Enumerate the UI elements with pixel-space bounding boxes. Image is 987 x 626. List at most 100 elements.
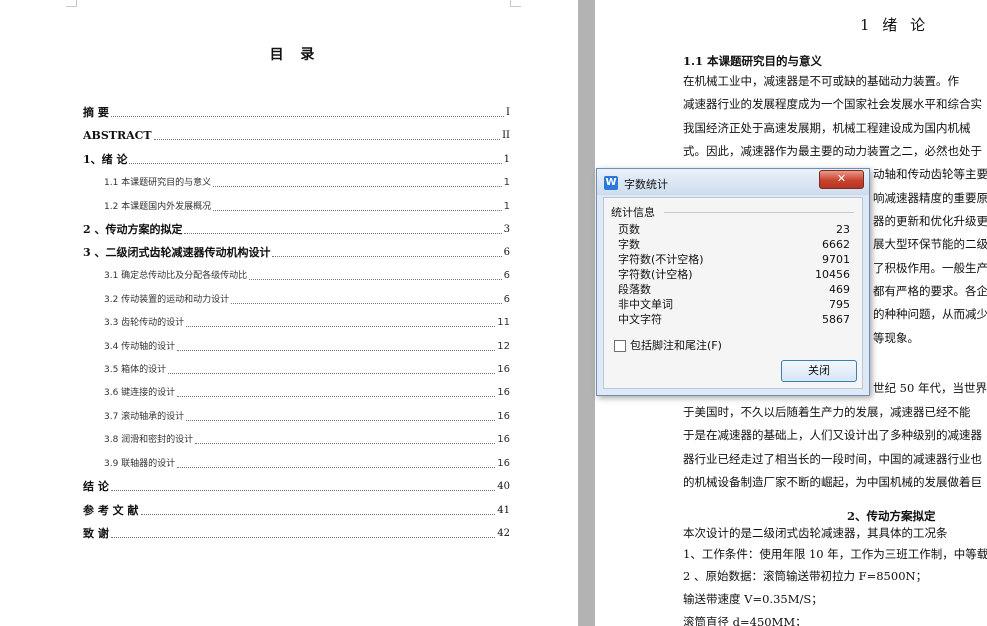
chapter-title: 1 绪 论 <box>860 16 930 34</box>
toc-entry-page: 16 <box>497 411 510 422</box>
body-text-line: 展大型环保节能的二级 <box>873 237 987 251</box>
stat-value: 23 <box>836 223 850 236</box>
toc-entry[interactable]: 结 论 40 <box>83 478 510 494</box>
stat-row: 页数 23 <box>618 222 850 237</box>
toc-leader-dots <box>186 419 496 421</box>
toc-entry-page: 12 <box>497 341 510 352</box>
toc-entry[interactable]: 摘 要I <box>83 104 510 120</box>
body-text-line: 1、工作条件：使用年限 10 年，工作为三班工作制，中等载 <box>683 547 987 561</box>
toc-entry-page: 3 <box>503 224 510 235</box>
toc-entry-text: ABSTRACT <box>83 129 152 142</box>
body-text-line: 的机械设备制造厂家不断的崛起，为中国机械的发展做着巨 <box>683 475 982 489</box>
toc-entry[interactable]: 3.5 箱体的设计 16 <box>104 361 510 377</box>
toc-entry[interactable]: 1.2 本课题国内外发展概况 1 <box>104 198 510 214</box>
dialog-title: 字数统计 <box>624 178 668 191</box>
toc-entry-text: 摘 要 <box>83 106 109 119</box>
toc-entry[interactable]: 3.9 联轴器的设计 16 <box>104 455 510 471</box>
toc-entry-text: 2 、传动方案的拟定 <box>83 223 183 236</box>
dialog-titlebar[interactable]: W 字数统计 ✕ <box>597 169 869 195</box>
word-count-dialog[interactable]: W 字数统计 ✕ 统计信息 页数 23 字数 6662 字符数(不计空格) 9701 … <box>596 168 870 396</box>
toc-entry-page: 16 <box>497 458 510 469</box>
stat-label: 字符数(不计空格) <box>618 253 704 266</box>
toc-entry-page: 16 <box>497 387 510 398</box>
body-text-line: 器行业已经走过了相当长的一段时间，中国的减速器行业也 <box>683 452 982 466</box>
toc-entry-text: 参 考 文 献 <box>83 504 139 517</box>
close-button[interactable]: ✕ <box>819 170 864 189</box>
toc-leader-dots <box>153 138 501 140</box>
body-text-line: 在机械工业中，减速器是不可或缺的基础动力装置。作 <box>683 74 959 88</box>
stat-value: 10456 <box>815 268 850 281</box>
stat-value: 795 <box>829 298 850 311</box>
toc-title: 目 录 <box>269 47 321 63</box>
toc-entry-page: II <box>502 130 510 141</box>
body-text-line: 于是在减速器的基础上，人们又设计出了多种级别的减速器 <box>683 428 982 442</box>
toc-entry-text: 3.2 传动装置的运动和动力设计 <box>104 295 230 305</box>
toc-entry[interactable]: 3.8 润滑和密封的设计 16 <box>104 431 510 447</box>
toc-entry-text: 1.2 本课题国内外发展概况 <box>104 202 212 212</box>
toc-leader-dots <box>129 162 502 164</box>
toc-entry-text: 致 谢 <box>83 527 109 540</box>
close-dialog-button[interactable]: 关闭 <box>781 360 857 382</box>
stat-label: 字数 <box>618 238 640 251</box>
stat-label: 非中文单词 <box>618 298 673 311</box>
toc-entry-page: 6 <box>503 270 510 281</box>
stat-label: 段落数 <box>618 283 651 296</box>
group-label: 统计信息 <box>611 204 659 220</box>
toc-entry-page: 16 <box>497 364 510 375</box>
toc-entry-text: 结 论 <box>83 480 109 493</box>
toc-entry-page: 6 <box>503 294 510 305</box>
toc-entry-text: 1.1 本课题研究目的与意义 <box>104 178 212 188</box>
body-text-line: 输送带速度 V=0.35M/S； <box>683 592 823 606</box>
toc-entry-text: 1、绪 论 <box>83 153 128 166</box>
toc-entry[interactable]: 3.4 传动轴的设计 12 <box>104 338 510 354</box>
toc-leader-dots <box>272 255 502 257</box>
toc-entry-text: 3 、二级闭式齿轮减速器传动机构设计 <box>83 246 271 259</box>
body-text-line: 响减速器精度的重要原因 <box>873 191 987 205</box>
toc-entry[interactable]: 1、绪 论 1 <box>83 151 510 167</box>
dialog-body: 统计信息 页数 23 字数 6662 字符数(不计空格) 9701 字符数(计空格) 1… <box>603 197 863 389</box>
stat-value: 469 <box>829 283 850 296</box>
body-text-line: 都有严格的要求。各企 <box>873 284 987 298</box>
stat-row: 中文字符 5867 <box>618 312 850 327</box>
body-text-line: 我国经济正处于高速发展期，机械工程建设成为国内机械 <box>683 121 971 135</box>
toc-entry-page: 16 <box>497 434 510 445</box>
body-text-line: 动轴和传动齿轮等主要 <box>873 167 987 181</box>
toc-entry-page: 42 <box>497 528 510 539</box>
toc-entry[interactable]: 3.3 齿轮传动的设计 11 <box>104 314 510 330</box>
wps-logo-icon: W <box>604 176 618 190</box>
stat-label: 中文字符 <box>618 313 662 326</box>
toc-entry-page: 6 <box>503 247 510 258</box>
toc-entry-page: 1 <box>503 154 510 165</box>
stat-label: 页数 <box>618 223 640 236</box>
toc-leader-dots <box>140 513 496 515</box>
toc-entry[interactable]: 1.1 本课题研究目的与意义 1 <box>104 174 510 190</box>
toc-entry-page: 1 <box>503 201 510 212</box>
stat-label: 字符数(计空格) <box>618 268 693 281</box>
toc-entry[interactable]: 致 谢 42 <box>83 525 510 541</box>
toc-entry[interactable]: 参 考 文 献 41 <box>83 502 510 518</box>
body-text-line: 了积极作用。一般生产 <box>873 261 987 275</box>
page-gutter <box>578 0 595 626</box>
stat-row: 字数 6662 <box>618 237 850 252</box>
toc-entry[interactable]: 3.6 键连接的设计 16 <box>104 384 510 400</box>
body-text-line: 本次设计的是二级闭式齿轮减速器，其具体的工况条 <box>683 526 948 540</box>
toc-entry[interactable]: 3 、二级闭式齿轮减速器传动机构设计 6 <box>83 244 510 260</box>
body-text-line: 的种种问题，从而减少 <box>873 307 987 321</box>
toc-leader-dots <box>184 232 502 234</box>
body-text-line: 减速器行业的发展程度成为一个国家社会发展水平和综合实 <box>683 97 982 111</box>
group-divider <box>664 212 854 213</box>
stat-value: 9701 <box>822 253 850 266</box>
include-footnotes-checkbox[interactable] <box>614 340 626 352</box>
body-text-line: 式。因此，减速器作为最主要的动力装置之二，必然也处于 <box>683 144 982 158</box>
toc-leader-dots <box>213 209 502 211</box>
include-footnotes-label[interactable]: 包括脚注和尾注(F) <box>630 339 722 353</box>
toc-entry[interactable]: ABSTRACT II <box>83 127 510 143</box>
toc-leader-dots <box>213 185 502 187</box>
toc-entry-page: I <box>506 107 510 118</box>
toc-entry[interactable]: 3.1 确定总传动比及分配各级传动比 6 <box>104 267 510 283</box>
toc-entry-text: 3.6 键连接的设计 <box>104 388 176 398</box>
toc-entry[interactable]: 2 、传动方案的拟定 3 <box>83 221 510 237</box>
toc-entry[interactable]: 3.7 滚动轴承的设计 16 <box>104 408 510 424</box>
toc-entry-page: 41 <box>497 505 510 516</box>
toc-entry[interactable]: 3.2 传动装置的运动和动力设计 6 <box>104 291 510 307</box>
